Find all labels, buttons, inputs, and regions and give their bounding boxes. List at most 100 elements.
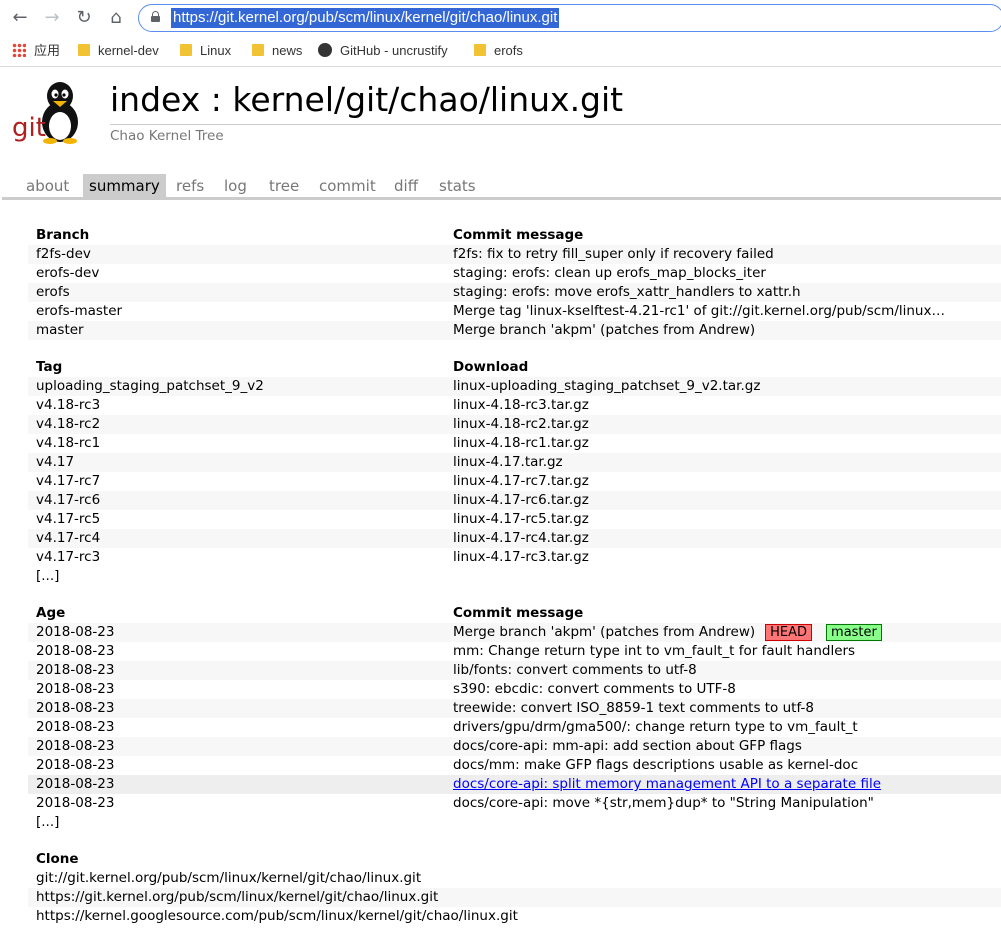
commit-message[interactable]: Merge branch 'akpm' (patches from Andrew… [453,321,755,340]
bookmark-apps[interactable]: 应用 [12,42,60,60]
table-row-hovered: 2018-08-23 docs/core-api: split memory ma… [28,775,1001,794]
commit-message[interactable]: f2fs: fix to retry fill_super only if re… [453,245,774,264]
clone-url[interactable]: git://git.kernel.org/pub/scm/linux/kerne… [36,869,421,888]
bookmark-news[interactable]: news [252,42,302,60]
commit-message[interactable]: treewide: convert ISO_8859-1 text commen… [453,699,814,718]
table-row: 2018-08-23 lib/fonts: convert comments to… [28,661,1001,680]
column-header: Branch [36,227,90,243]
table-row: v4.17-rc5 linux-4.17-rc5.tar.gz [28,510,1001,529]
bookmark-github[interactable]: GitHub - uncrustify [318,42,448,60]
download-link[interactable]: linux-4.18-rc3.tar.gz [453,396,589,415]
commit-message[interactable]: Merge tag 'linux-kselftest-4.21-rc1' of … [453,302,945,321]
column-header: Download [453,359,529,375]
more-log-link[interactable]: [...] [36,813,59,832]
tab-commit[interactable]: commit [313,174,382,198]
table-row: 2018-08-23 drivers/gpu/drm/gma500/: chang… [28,718,1001,737]
tab-log[interactable]: log [218,174,253,198]
tag-name[interactable]: v4.17-rc4 [36,529,100,548]
table-row: 2018-08-23 docs/mm: make GFP flags descri… [28,756,1001,775]
branch-name[interactable]: master [36,321,84,340]
download-link[interactable]: linux-4.18-rc1.tar.gz [453,434,589,453]
download-link[interactable]: linux-4.17-rc7.tar.gz [453,472,589,491]
folder-icon [180,44,192,56]
commit-cell: Merge branch 'akpm' (patches from Andrew… [453,623,882,642]
tag-name[interactable]: v4.17-rc3 [36,548,100,567]
address-bar[interactable]: https://git.kernel.org/pub/scm/linux/ker… [138,4,1001,32]
commit-message[interactable]: staging: erofs: clean up erofs_map_block… [453,264,766,283]
tabs-underline [2,197,1001,200]
column-header: Age [36,605,66,621]
commit-message[interactable]: lib/fonts: convert comments to utf-8 [453,661,697,680]
browser-toolbar: ← → ↻ ⌂ https://git.kernel.org/pub/scm/l… [0,0,1001,36]
address-bar-url[interactable]: https://git.kernel.org/pub/scm/linux/ker… [171,8,560,28]
tab-refs[interactable]: refs [170,174,210,198]
commit-message[interactable]: s390: ebcdic: convert comments to UTF-8 [453,680,736,699]
branch-name[interactable]: f2fs-dev [36,245,91,264]
tab-diff[interactable]: diff [388,174,424,198]
home-icon[interactable]: ⌂ [104,6,128,30]
commit-age: 2018-08-23 [36,795,115,811]
table-header: Tag Download [28,358,1001,377]
commit-age: 2018-08-23 [36,757,115,773]
tag-name[interactable]: v4.18-rc1 [36,434,100,453]
commit-message[interactable]: drivers/gpu/drm/gma500/: change return t… [453,718,858,737]
table-row: v4.18-rc3 linux-4.18-rc3.tar.gz [28,396,1001,415]
tag-name[interactable]: uploading_staging_patchset_9_v2 [36,377,264,396]
table-row: v4.18-rc1 linux-4.18-rc1.tar.gz [28,434,1001,453]
commit-message[interactable]: docs/core-api: mm-api: add section about… [453,737,802,756]
commit-age: 2018-08-23 [36,776,115,792]
branch-name[interactable]: erofs [36,283,70,302]
more-tags-link[interactable]: [...] [36,567,59,586]
tab-stats[interactable]: stats [433,174,482,198]
commit-message-link[interactable]: docs/core-api: split memory management A… [453,775,881,794]
table-row: v4.17-rc7 linux-4.17-rc7.tar.gz [28,472,1001,491]
branch-name[interactable]: erofs-dev [36,264,99,283]
git-penguin-logo[interactable]: git [8,74,90,144]
tab-about[interactable]: about [20,174,75,198]
master-badge[interactable]: master [826,624,882,641]
table-header: Age Commit message [28,604,1001,623]
clone-url[interactable]: https://kernel.googlesource.com/pub/scm/… [36,907,518,926]
commit-age: 2018-08-23 [36,738,115,754]
commit-age: 2018-08-23 [36,700,115,716]
commit-age: 2018-08-23 [36,662,115,678]
commit-message[interactable]: docs/mm: make GFP flags descriptions usa… [453,756,858,775]
bookmark-erofs[interactable]: erofs [474,42,523,60]
tag-name[interactable]: v4.17 [36,453,74,472]
tag-name[interactable]: v4.17-rc5 [36,510,100,529]
tab-tree[interactable]: tree [263,174,305,198]
commit-age: 2018-08-23 [36,719,115,735]
commit-message[interactable]: Merge branch 'akpm' (patches from Andrew… [453,624,755,640]
download-link[interactable]: linux-4.17-rc3.tar.gz [453,548,589,567]
back-arrow-icon[interactable]: ← [8,6,32,30]
title-divider [110,124,1001,125]
clone-url[interactable]: https://git.kernel.org/pub/scm/linux/ker… [36,888,438,907]
download-link[interactable]: linux-4.18-rc2.tar.gz [453,415,589,434]
commit-message[interactable]: staging: erofs: move erofs_xattr_handler… [453,283,801,302]
download-link[interactable]: linux-4.17-rc4.tar.gz [453,529,589,548]
tab-summary[interactable]: summary [83,174,166,198]
download-link[interactable]: linux-uploading_staging_patchset_9_v2.ta… [453,377,760,396]
table-header: Clone [28,850,1001,869]
commit-message[interactable]: mm: Change return type int to vm_fault_t… [453,642,855,661]
bookmark-linux[interactable]: Linux [180,42,231,60]
tag-name[interactable]: v4.17-rc7 [36,472,100,491]
download-link[interactable]: linux-4.17.tar.gz [453,453,563,472]
table-row: erofs staging: erofs: move erofs_xattr_h… [28,283,1001,302]
download-link[interactable]: linux-4.17-rc6.tar.gz [453,491,589,510]
bookmark-kernel-dev[interactable]: kernel-dev [78,42,159,60]
tag-name[interactable]: v4.17-rc6 [36,491,100,510]
reload-icon[interactable]: ↻ [72,6,96,30]
tag-name[interactable]: v4.18-rc2 [36,415,100,434]
table-row: erofs-dev staging: erofs: clean up erofs… [28,264,1001,283]
forward-arrow-icon[interactable]: → [40,6,64,30]
download-link[interactable]: linux-4.17-rc5.tar.gz [453,510,589,529]
tag-name[interactable]: v4.18-rc3 [36,396,100,415]
commit-age: 2018-08-23 [36,624,115,640]
column-header: Commit message [453,605,584,621]
commit-message[interactable]: docs/core-api: move *{str,mem}dup* to "S… [453,794,874,813]
folder-icon [474,44,486,56]
branch-name[interactable]: erofs-master [36,302,122,321]
head-badge[interactable]: HEAD [765,624,813,641]
column-header: Tag [36,359,63,375]
